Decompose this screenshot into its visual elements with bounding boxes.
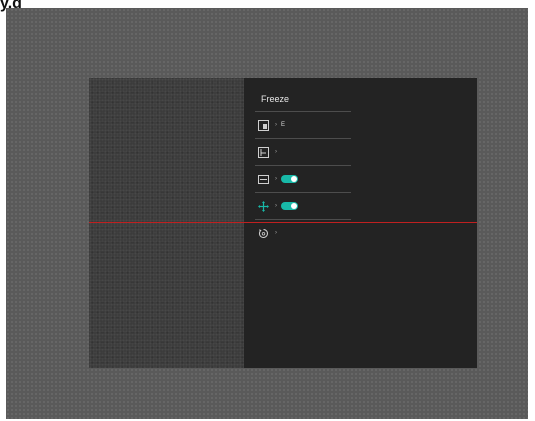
chevron-right-icon: › bbox=[275, 122, 277, 128]
toggle-knob bbox=[291, 176, 297, 182]
chevron-right-icon: › bbox=[275, 149, 277, 155]
menu-item-reset[interactable]: › bbox=[255, 219, 351, 246]
device-viewport: Freeze › E › › › › bbox=[89, 78, 477, 368]
display-mode-icon bbox=[257, 119, 269, 131]
menu-item-value: E bbox=[281, 122, 286, 128]
zoom-width-icon bbox=[257, 173, 269, 185]
menu-item-pip[interactable]: › bbox=[255, 138, 351, 165]
menu-item-zoom-width[interactable]: › bbox=[255, 165, 351, 192]
move-crosshair-icon bbox=[257, 200, 269, 212]
menu-item-display-mode[interactable]: › E bbox=[255, 111, 351, 138]
toggle-switch[interactable] bbox=[281, 175, 298, 183]
chevron-right-icon: › bbox=[275, 176, 277, 182]
toggle-switch[interactable] bbox=[281, 202, 298, 210]
device-screen-frame: Freeze › E › › › › bbox=[6, 8, 528, 419]
chevron-right-icon: › bbox=[275, 203, 277, 209]
thermal-image-view bbox=[89, 78, 244, 368]
menu-panel: Freeze › E › › › › bbox=[244, 78, 477, 368]
pip-frame-icon bbox=[257, 146, 269, 158]
reticle-line bbox=[89, 222, 477, 223]
menu-item-move-crosshair[interactable]: › bbox=[255, 192, 351, 219]
menu-title: Freeze bbox=[261, 94, 290, 104]
reset-rotate-icon bbox=[257, 227, 269, 239]
toggle-knob bbox=[291, 203, 297, 209]
chevron-right-icon: › bbox=[275, 230, 277, 236]
